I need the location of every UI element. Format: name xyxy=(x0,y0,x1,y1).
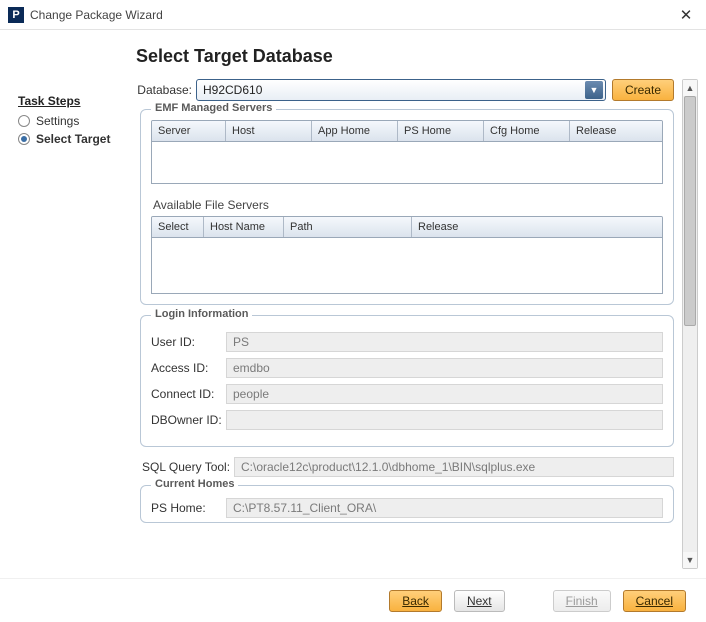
sql-tool-row: SQL Query Tool: C:\oracle12c\product\12.… xyxy=(142,457,674,477)
dbowner-id-field xyxy=(226,410,663,430)
dbowner-id-row: DBOwner ID: xyxy=(151,410,663,430)
wizard-footer: Back Next Finish Cancel xyxy=(0,578,706,622)
database-row: Database: H92CD610 ▼ Create xyxy=(136,79,674,101)
login-group: Login Information User ID: PS Access ID:… xyxy=(140,315,674,447)
scroll-up-icon[interactable]: ▲ xyxy=(683,80,697,96)
user-id-label: User ID: xyxy=(151,335,226,349)
ps-home-row: PS Home: C:\PT8.57.11_Client_ORA\ xyxy=(151,498,663,518)
radio-icon xyxy=(18,133,30,145)
close-icon[interactable]: ✕ xyxy=(674,6,698,24)
page-title: Select Target Database xyxy=(136,46,698,67)
task-steps-sidebar: Task Steps Settings Select Target xyxy=(0,30,136,578)
cancel-button[interactable]: Cancel xyxy=(623,590,686,612)
access-id-row: Access ID: emdbo xyxy=(151,358,663,378)
col-server[interactable]: Server xyxy=(152,121,226,141)
col-select[interactable]: Select xyxy=(152,217,204,237)
create-button[interactable]: Create xyxy=(612,79,674,101)
next-button[interactable]: Next xyxy=(454,590,505,612)
sql-tool-field: C:\oracle12c\product\12.1.0\dbhome_1\BIN… xyxy=(234,457,674,477)
user-id-field: PS xyxy=(226,332,663,352)
database-value: H92CD610 xyxy=(203,83,585,97)
emf-group-title: EMF Managed Servers xyxy=(151,102,276,114)
emf-table-header: Server Host App Home PS Home Cfg Home Re… xyxy=(151,120,663,142)
afs-label: Available File Servers xyxy=(153,198,663,212)
window-title: Change Package Wizard xyxy=(30,8,674,22)
afs-table-body xyxy=(151,238,663,294)
radio-icon xyxy=(18,115,30,127)
dbowner-id-label: DBOwner ID: xyxy=(151,413,226,427)
finish-button: Finish xyxy=(553,590,611,612)
connect-id-row: Connect ID: people xyxy=(151,384,663,404)
chevron-down-icon[interactable]: ▼ xyxy=(585,81,603,99)
col-path[interactable]: Path xyxy=(284,217,412,237)
login-group-title: Login Information xyxy=(151,308,252,320)
scroll-thumb[interactable] xyxy=(684,96,696,326)
col-cfg-home[interactable]: Cfg Home xyxy=(484,121,570,141)
ps-home-field: C:\PT8.57.11_Client_ORA\ xyxy=(226,498,663,518)
connect-id-field: people xyxy=(226,384,663,404)
step-select-target[interactable]: Select Target xyxy=(18,130,128,148)
col-release[interactable]: Release xyxy=(570,121,662,141)
emf-group: EMF Managed Servers Server Host App Home… xyxy=(140,109,674,305)
scroll-down-icon[interactable]: ▼ xyxy=(683,552,697,568)
title-bar: P Change Package Wizard ✕ xyxy=(0,0,706,30)
user-id-row: User ID: PS xyxy=(151,332,663,352)
connect-id-label: Connect ID: xyxy=(151,387,226,401)
col-host[interactable]: Host xyxy=(226,121,312,141)
afs-table-header: Select Host Name Path Release xyxy=(151,216,663,238)
app-icon: P xyxy=(8,7,24,23)
sql-tool-label: SQL Query Tool: xyxy=(142,460,234,474)
access-id-label: Access ID: xyxy=(151,361,226,375)
col-release[interactable]: Release xyxy=(412,217,662,237)
current-homes-group: Current Homes PS Home: C:\PT8.57.11_Clie… xyxy=(140,485,674,523)
col-ps-home[interactable]: PS Home xyxy=(398,121,484,141)
step-label: Select Target xyxy=(36,132,110,146)
task-steps-header: Task Steps xyxy=(18,94,128,108)
back-button[interactable]: Back xyxy=(389,590,442,612)
access-id-field: emdbo xyxy=(226,358,663,378)
current-homes-title: Current Homes xyxy=(151,478,238,490)
emf-table-body xyxy=(151,142,663,184)
step-label: Settings xyxy=(36,114,79,128)
database-combobox[interactable]: H92CD610 ▼ xyxy=(196,79,606,101)
database-label: Database: xyxy=(136,83,192,97)
vertical-scrollbar[interactable]: ▲ ▼ xyxy=(682,79,698,569)
col-app-home[interactable]: App Home xyxy=(312,121,398,141)
ps-home-label: PS Home: xyxy=(151,501,226,515)
col-host-name[interactable]: Host Name xyxy=(204,217,284,237)
step-settings[interactable]: Settings xyxy=(18,112,128,130)
